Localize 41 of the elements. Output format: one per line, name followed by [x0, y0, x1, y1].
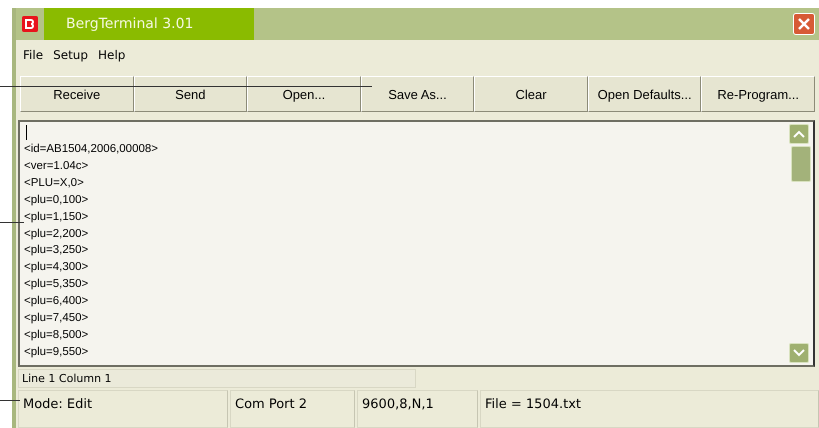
chevron-down-icon	[793, 349, 805, 357]
toolbar-button[interactable]: Open Defaults...	[588, 76, 702, 112]
status-field: Com Port 2	[230, 390, 355, 428]
status-field: Mode: Edit	[18, 390, 228, 428]
leader-line	[0, 222, 24, 223]
toolbar-button[interactable]: Open...	[247, 76, 361, 112]
menu-item[interactable]: Help	[95, 48, 128, 62]
scroll-thumb[interactable]	[791, 146, 811, 182]
status-field: File = 1504.txt	[480, 390, 819, 428]
text-line: <plu=0,100>	[24, 192, 90, 208]
toolbar-button[interactable]: Receive	[20, 76, 134, 112]
close-icon	[797, 17, 811, 31]
text-line: <plu=5,350>	[24, 277, 90, 292]
toolbar-button[interactable]: Re-Program...	[701, 76, 815, 112]
text-line: <plu=7,450>	[24, 311, 90, 326]
text-line: <id=AB1504,2006,00008>	[24, 142, 159, 157]
toolbar-button[interactable]: Send	[134, 76, 248, 112]
text-line: <ver=1.04c>	[24, 158, 90, 174]
text-cursor	[26, 125, 27, 140]
text-line: <plu=2,200>	[24, 226, 90, 242]
text-line: <plu=8,500>	[24, 328, 90, 343]
text-line: <plu=1,150>	[24, 210, 90, 225]
scroll-down-button[interactable]	[789, 343, 809, 363]
text-line: <plu=6,400>	[24, 294, 90, 310]
text-editor[interactable]: <id=AB1504,2006,00008> <ver=1.04c> <PLU=X,0> <plu=0,100> <plu=1,150> <plu=2,200> <plu=3,250> <plu=4,300> <plu=5,350> <plu=6,400> <plu=7,450> <plu=8,500> <plu=9,550>	[18, 120, 815, 367]
text-line: <plu=9,550>	[24, 344, 90, 360]
app-logo-icon	[22, 16, 38, 32]
close-button[interactable]	[793, 13, 815, 35]
toolbar-button[interactable]: Save As...	[360, 76, 474, 112]
menu-item[interactable]: Setup	[50, 48, 92, 62]
status-field: 9600,8,N,1	[357, 390, 478, 428]
menu-item[interactable]: File	[20, 48, 46, 62]
text-line: <plu=4,300>	[24, 260, 90, 276]
chevron-up-icon	[793, 130, 805, 138]
leader-line	[0, 400, 20, 401]
cursor-position: Line 1 Column 1	[18, 369, 416, 388]
text-line: <PLU=X,0>	[24, 176, 85, 191]
scroll-up-button[interactable]	[789, 124, 809, 144]
window-title: BergTerminal 3.01	[44, 8, 254, 40]
text-line: <plu=3,250>	[24, 243, 90, 258]
toolbar-button[interactable]: Clear	[474, 76, 588, 112]
